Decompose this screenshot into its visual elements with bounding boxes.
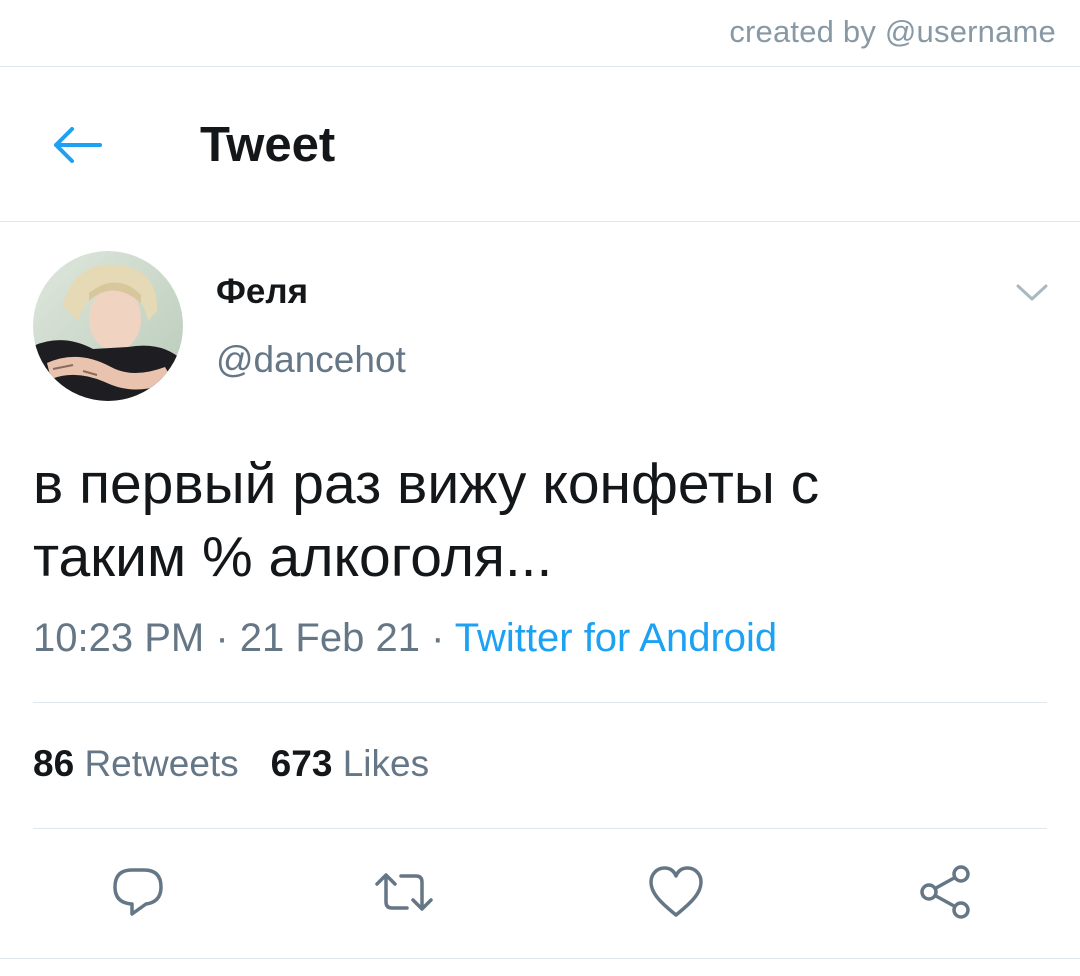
- header-bar: Tweet: [0, 67, 1080, 222]
- share-icon: [920, 865, 970, 919]
- tweet-detail-page: created by @username Tweet Феля @danceho…: [0, 0, 1080, 976]
- tweet-meta: 10:23 PM · 21 Feb 21 · Twitter for Andro…: [33, 616, 777, 661]
- arrow-left-icon: [54, 127, 102, 163]
- tweet-stats: 86 Retweets 673 Likes: [33, 743, 429, 785]
- like-button[interactable]: [646, 862, 706, 922]
- page-title: Tweet: [200, 118, 336, 172]
- avatar-photo: [33, 251, 183, 401]
- share-button[interactable]: [915, 862, 975, 922]
- retweets-count: 86: [33, 743, 75, 784]
- retweets-stat[interactable]: 86 Retweets: [33, 743, 239, 784]
- author-handle[interactable]: @dancehot: [216, 339, 406, 381]
- tweet-text-line: в первый раз вижу конфеты с: [33, 452, 820, 516]
- like-icon: [649, 866, 703, 917]
- avatar[interactable]: [33, 251, 183, 401]
- tweet-text-line: таким % алкоголя...: [33, 525, 553, 589]
- retweet-button[interactable]: [374, 862, 434, 922]
- divider: [33, 828, 1047, 829]
- divider: [0, 958, 1080, 959]
- watermark-bar: created by @username: [0, 0, 1080, 67]
- tweet-time: 10:23 PM: [33, 616, 205, 660]
- retweet-icon: [375, 873, 433, 911]
- retweets-label: Retweets: [84, 743, 239, 784]
- more-options-button[interactable]: [1012, 280, 1052, 306]
- meta-separator: ·: [431, 616, 445, 660]
- reply-icon: [113, 868, 163, 916]
- likes-label: Likes: [342, 743, 430, 784]
- reply-button[interactable]: [108, 862, 168, 922]
- divider: [33, 702, 1047, 703]
- tweet-source-link[interactable]: Twitter for Android: [455, 616, 777, 660]
- likes-stat[interactable]: 673 Likes: [271, 743, 429, 784]
- back-button[interactable]: [50, 123, 104, 167]
- tweet-date: 21 Feb 21: [239, 616, 420, 660]
- meta-separator: ·: [215, 616, 229, 660]
- author-display-name[interactable]: Феля: [216, 272, 308, 312]
- tweet-text: в первый раз вижу конфеты с таким % алко…: [33, 448, 1033, 594]
- watermark-text: created by @username: [729, 14, 1056, 49]
- likes-count: 673: [270, 743, 333, 784]
- chevron-down-icon: [1016, 284, 1048, 301]
